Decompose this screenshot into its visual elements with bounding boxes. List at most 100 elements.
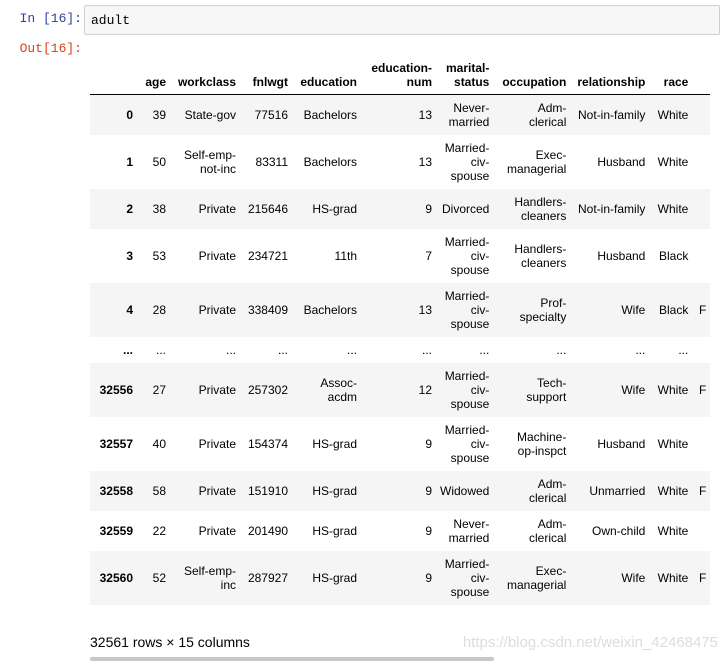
table-cell: Married-civ-spouse bbox=[444, 368, 490, 411]
table-cell: ... bbox=[346, 342, 357, 357]
table-cell: Prof-specialty bbox=[519, 295, 567, 324]
table-header-row: age workclass fnlwgt education education… bbox=[90, 56, 711, 95]
table-cell: F bbox=[699, 302, 707, 317]
table-row: 4 28 Private 338409 Bachelors 13 Married-civ-s… bbox=[90, 282, 711, 337]
rows-summary: 32561 rows × 15 columns bbox=[90, 634, 250, 650]
table-cell: Wife bbox=[621, 382, 646, 397]
table-cell: 27 bbox=[152, 382, 166, 397]
table-row: 1 50 Self-emp-not-inc 83311 Bachelors 13 Marri… bbox=[90, 134, 711, 189]
table-cell: ... bbox=[155, 342, 166, 357]
table-cell: Married-civ-spouse bbox=[444, 140, 490, 183]
table-cell: State-gov bbox=[184, 107, 236, 122]
row-index: 3 bbox=[126, 248, 133, 263]
table-cell: HS-grad bbox=[312, 570, 357, 585]
column-header: education-num bbox=[371, 61, 432, 89]
table-cell: 13 bbox=[418, 302, 432, 317]
table-cell: 9 bbox=[425, 483, 432, 498]
table-cell: ... bbox=[479, 342, 490, 357]
table-cell: Black bbox=[659, 248, 689, 263]
table-cell: Never-married bbox=[448, 100, 490, 129]
table-cell: 11th bbox=[334, 248, 357, 263]
table-cell: 9 bbox=[425, 523, 432, 538]
table-cell: Divorced bbox=[442, 201, 490, 216]
horizontal-scrollbar[interactable] bbox=[90, 657, 494, 661]
table-cell: Adm-clerical bbox=[529, 476, 567, 505]
table-cell: 28 bbox=[152, 302, 166, 317]
row-index: 2 bbox=[126, 201, 133, 216]
table-row: .............................. bbox=[90, 336, 711, 363]
table-cell: Handlers-cleaners bbox=[514, 241, 567, 270]
table-cell: Private bbox=[198, 248, 236, 263]
table-cell: 58 bbox=[152, 483, 166, 498]
table-cell bbox=[692, 135, 710, 189]
table-cell: ... bbox=[421, 342, 432, 357]
table-cell: 7 bbox=[425, 248, 432, 263]
row-index: ... bbox=[122, 342, 133, 357]
table-cell: White bbox=[657, 154, 689, 169]
table-row: 32560 52 Self-emp-inc 287927 HS-grad 9 Married… bbox=[90, 550, 711, 605]
table-cell: F bbox=[699, 483, 707, 498]
table-cell: White bbox=[657, 570, 689, 585]
row-index: 32556 bbox=[99, 382, 133, 397]
table-cell: HS-grad bbox=[312, 436, 357, 451]
table-cell: ... bbox=[556, 342, 567, 357]
table-cell: 234721 bbox=[247, 248, 288, 263]
table-cell: White bbox=[657, 107, 689, 122]
column-header: education bbox=[300, 75, 357, 89]
table-row: 32559 22 Private 201490 HS-grad 9 Never-marrie… bbox=[90, 510, 711, 551]
table-cell: F bbox=[699, 382, 707, 397]
column-header: relationship bbox=[577, 75, 646, 89]
table-row: 0 39 State-gov 77516 Bachelors 13 Never-marrie… bbox=[90, 94, 711, 135]
row-index: 32559 bbox=[99, 523, 133, 538]
table-cell: Private bbox=[198, 436, 236, 451]
table-cell: 9 bbox=[425, 201, 432, 216]
table-cell: Assoc-acdm bbox=[320, 375, 357, 404]
table-cell bbox=[692, 229, 710, 283]
table-cell: ... bbox=[678, 342, 689, 357]
table-cell: F bbox=[699, 570, 707, 585]
table-cell: HS-grad bbox=[312, 201, 357, 216]
table-cell: 13 bbox=[418, 107, 432, 122]
column-header: race bbox=[663, 75, 689, 89]
table-cell: 12 bbox=[418, 382, 432, 397]
table-cell: Bachelors bbox=[303, 107, 357, 122]
table-cell: Exec-managerial bbox=[506, 147, 567, 176]
table-cell: Handlers-cleaners bbox=[514, 194, 567, 223]
table-cell bbox=[692, 189, 710, 229]
table-cell: Black bbox=[659, 302, 689, 317]
table-cell: Own-child bbox=[592, 523, 646, 538]
code-cell-input[interactable]: adult bbox=[84, 5, 720, 35]
table-cell: Married-civ-spouse bbox=[444, 234, 490, 277]
watermark: https://blog.csdn.net/weixin_42468475 bbox=[462, 634, 718, 651]
row-index: 32557 bbox=[99, 436, 133, 451]
table-cell: White bbox=[657, 523, 689, 538]
table-cell: HS-grad bbox=[312, 523, 357, 538]
table-cell: Tech-support bbox=[526, 375, 567, 404]
table-cell: Bachelors bbox=[303, 154, 357, 169]
column-header bbox=[90, 56, 137, 95]
table-cell: Married-civ-spouse bbox=[444, 422, 490, 465]
table-cell: Self-emp-inc bbox=[183, 563, 236, 592]
table-cell: White bbox=[657, 382, 689, 397]
table-row: 32556 27 Private 257302 Assoc-acdm 12 Married-… bbox=[90, 362, 711, 417]
table-row: 2 38 Private 215646 HS-grad 9 Divorced Handlers… bbox=[90, 188, 711, 229]
code-text[interactable]: adult bbox=[91, 13, 130, 28]
table-cell: Husband bbox=[597, 248, 646, 263]
table-cell: ... bbox=[635, 342, 646, 357]
table-cell: Private bbox=[198, 382, 236, 397]
table-cell: Private bbox=[198, 523, 236, 538]
table-cell: 154374 bbox=[247, 436, 288, 451]
row-index: 4 bbox=[126, 302, 133, 317]
table-cell: Private bbox=[198, 483, 236, 498]
table-cell: 9 bbox=[425, 570, 432, 585]
table-cell: Private bbox=[198, 302, 236, 317]
table-cell: 287927 bbox=[247, 570, 288, 585]
table-row: 32557 40 Private 154374 HS-grad 9 Married-civ-… bbox=[90, 416, 711, 471]
table-cell: HS-grad bbox=[312, 483, 357, 498]
table-cell: 22 bbox=[152, 523, 166, 538]
table-cell: 77516 bbox=[254, 107, 288, 122]
output-scroll-region[interactable]: age workclass fnlwgt education education… bbox=[84, 38, 728, 662]
table-row: 32558 58 Private 151910 HS-grad 9 Widowed Adm-c… bbox=[90, 470, 711, 511]
row-index: 0 bbox=[126, 107, 133, 122]
column-header: occupation bbox=[502, 75, 567, 89]
